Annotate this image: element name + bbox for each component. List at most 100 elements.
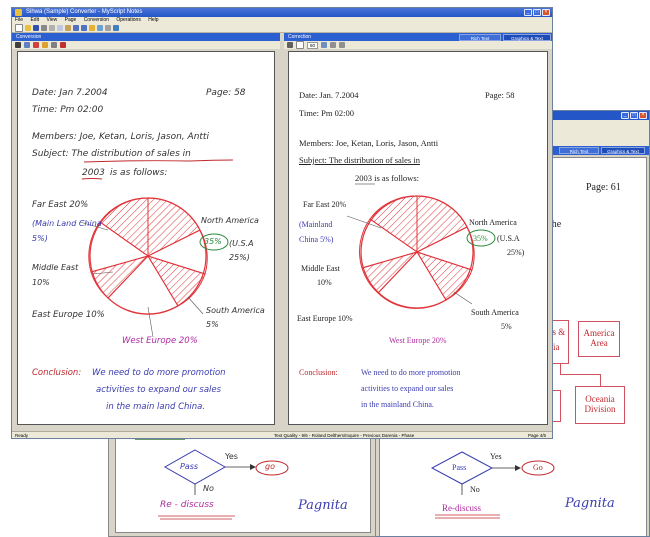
tx-south-america-2: 5%: [501, 322, 512, 331]
main-window: Sihwa (Sample) Converter - MyScript Note…: [11, 7, 553, 439]
close-button[interactable]: ×: [639, 112, 647, 119]
hw-far-east: Far East 20%: [32, 200, 89, 210]
hw-north-america-pct: 35%: [204, 237, 222, 246]
tx-conclusion-3: in the mainland China.: [361, 400, 434, 409]
cut-icon[interactable]: [49, 25, 55, 31]
tx-usa-1: (U.S.A: [497, 234, 520, 243]
tx-conclusion-2: activities to expand our sales: [361, 384, 454, 393]
area-label: Area: [590, 338, 608, 348]
menu-view[interactable]: View: [46, 17, 57, 23]
hw-conclusion-label: Conclusion:: [32, 368, 82, 378]
back-left-yes: Yes: [225, 452, 238, 461]
menu-conversion[interactable]: Conversion: [84, 17, 109, 23]
help-icon[interactable]: [113, 25, 119, 31]
status-middle: Text Quality - 9/6 - Roland Delthers/Inq…: [274, 433, 415, 438]
converted-page[interactable]: Date: Jan. 7.2004 Page: 58 Time: Pm 02:0…: [288, 51, 548, 425]
zoom-icon[interactable]: [97, 25, 103, 31]
tx-west-europe: West Europe 20%: [389, 336, 447, 345]
tx-middle-east-1: Middle East: [301, 264, 340, 273]
insert-icon[interactable]: [51, 42, 57, 48]
redo-icon[interactable]: [81, 25, 87, 31]
tx-mainland-2: China 5%): [299, 235, 334, 244]
align-icon[interactable]: [339, 42, 346, 48]
back-right-yes: Yes: [490, 452, 502, 461]
back-left-signature: Pagnita: [298, 498, 348, 513]
back-left-pass: Pass: [180, 462, 199, 471]
select-icon[interactable]: [24, 42, 30, 48]
hw-conclusion-2: activities to expand our sales: [96, 385, 222, 395]
back-left-go: go: [265, 462, 275, 471]
menu-help[interactable]: Help: [148, 17, 158, 23]
tab-graphics-text[interactable]: Graphics & Text: [503, 34, 551, 41]
tab-graphics-text-back[interactable]: Graphics & Text: [601, 147, 645, 154]
hw-north-america: North America: [201, 216, 259, 225]
zoom-value[interactable]: 50: [307, 41, 319, 49]
minimize-button-main[interactable]: _: [524, 9, 532, 16]
division-label: Division: [584, 404, 616, 414]
hw-west-europe: West Europe 20%: [122, 336, 198, 346]
handwritten-page[interactable]: Date: Jan 7.2004 Page: 58 Time: Pm 02:00…: [17, 51, 275, 425]
tx-far-east: Far East 20%: [303, 200, 347, 209]
back-page-number: Page: 61: [586, 182, 621, 193]
settings-icon[interactable]: [105, 25, 111, 31]
status-right: Page 4/5: [527, 433, 546, 438]
convert-icon[interactable]: [89, 25, 95, 31]
print-icon[interactable]: [41, 25, 47, 31]
fit-icon[interactable]: [321, 42, 328, 48]
back-right-go: Go: [533, 463, 543, 472]
back-right-no: No: [470, 485, 480, 494]
tab-rich-text-back[interactable]: Rich Text: [559, 147, 599, 154]
right-pane-toolbar: 50: [284, 41, 552, 49]
app-title: Sihwa (Sample) Converter - MyScript Note…: [26, 9, 143, 15]
cursor-icon[interactable]: [287, 42, 293, 48]
left-pane-header: Conversion: [12, 33, 280, 41]
pen-icon[interactable]: [15, 42, 21, 48]
zoom-select-icon[interactable]: [296, 41, 304, 49]
back-right-pass: Pass: [452, 463, 467, 472]
tx-north-america: North America: [469, 218, 517, 227]
tx-conclusion-1: We need to do more promotion: [361, 368, 461, 377]
app-icon: [15, 9, 22, 16]
delete-icon[interactable]: [60, 42, 66, 48]
hw-conclusion-3: in the main land China.: [106, 402, 206, 412]
save-icon[interactable]: [33, 25, 39, 31]
menu-page[interactable]: Page: [65, 17, 77, 23]
title-bar: Sihwa (Sample) Converter - MyScript Note…: [12, 8, 552, 17]
hw-middle-east: Middle East 10%: [32, 263, 79, 287]
minimize-button[interactable]: _: [621, 112, 629, 119]
menu-operations[interactable]: Operations: [116, 17, 140, 23]
oceania-label: Oceania: [585, 394, 615, 404]
tx-south-america-1: South America: [471, 308, 519, 317]
menu-edit[interactable]: Edit: [30, 17, 39, 23]
erase-icon[interactable]: [33, 42, 39, 48]
america-label: America: [583, 328, 615, 338]
new-icon[interactable]: [15, 24, 23, 32]
close-button-main[interactable]: ×: [542, 9, 550, 16]
main-toolbar: [12, 24, 552, 33]
paste-icon[interactable]: [65, 25, 71, 31]
hw-south-america: South America 5%: [206, 306, 265, 329]
undo-icon[interactable]: [73, 25, 79, 31]
menu-bar: File Edit View Page Conversion Operation…: [12, 17, 552, 24]
maximize-button[interactable]: □: [630, 112, 638, 119]
highlight-icon[interactable]: [42, 42, 48, 48]
format-icon[interactable]: [330, 42, 337, 48]
menu-file[interactable]: File: [15, 17, 23, 23]
back-left-rediscuss: Re - discuss: [160, 500, 214, 510]
copy-icon[interactable]: [57, 25, 63, 31]
back-right-rediscuss: Re-discuss: [442, 503, 481, 513]
status-left: Ready: [15, 433, 29, 438]
open-icon[interactable]: [25, 25, 31, 31]
tx-conclusion-label: Conclusion:: [299, 368, 338, 377]
tx-usa-2: 25%): [507, 248, 525, 257]
back-left-no: No: [203, 484, 214, 493]
maximize-button-main[interactable]: □: [533, 9, 541, 16]
status-bar: Ready Text Quality - 9/6 - Roland Delthe…: [12, 431, 552, 438]
hw-usa: (U.S.A 25%): [229, 239, 254, 262]
oceania-division-box: Oceania Division: [575, 386, 625, 424]
america-area-box: America Area: [578, 321, 620, 357]
left-pane-toolbar: [12, 41, 280, 49]
back-right-signature: Pagnita: [565, 496, 615, 511]
tab-rich-text[interactable]: Rich Text: [459, 34, 501, 41]
tx-north-america-pct: 35%: [473, 234, 488, 243]
